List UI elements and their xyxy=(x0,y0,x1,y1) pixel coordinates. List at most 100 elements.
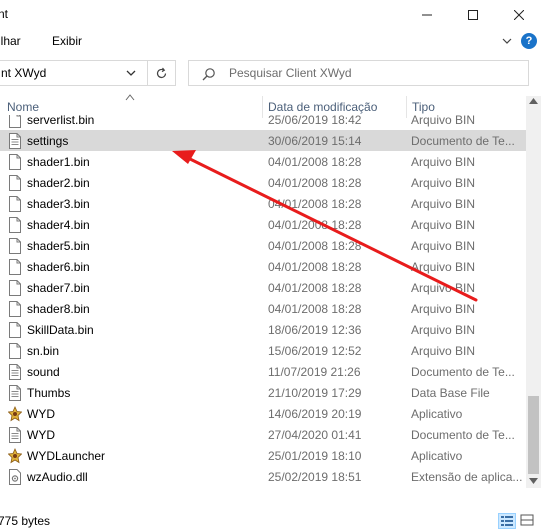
ribbon-tabs: ilhar Exibir ? xyxy=(0,30,541,52)
file-type: Arquivo BIN xyxy=(411,176,476,190)
help-icon[interactable]: ? xyxy=(521,33,537,49)
vertical-scrollbar[interactable] xyxy=(526,96,541,488)
app-icon xyxy=(8,448,22,464)
file-row[interactable]: shader3.bin 04/01/2008 18:28 Arquivo BIN xyxy=(0,193,526,214)
file-row[interactable]: serverlist.bin 25/06/2019 18:42 Arquivo BI… xyxy=(0,115,526,130)
file-name: sn.bin xyxy=(27,344,60,358)
file-name: shader3.bin xyxy=(27,197,90,211)
file-name: shader8.bin xyxy=(27,302,90,316)
file-type: Extensão de aplica... xyxy=(411,470,523,484)
file-row[interactable]: shader4.bin 04/01/2008 18:28 Arquivo BIN xyxy=(0,214,526,235)
file-row[interactable]: shader5.bin 04/01/2008 18:28 Arquivo BIN xyxy=(0,235,526,256)
file-row[interactable]: shader1.bin 04/01/2008 18:28 Arquivo BIN xyxy=(0,151,526,172)
file-type: Arquivo BIN xyxy=(411,218,476,232)
scroll-up-arrow-icon[interactable] xyxy=(529,98,538,104)
file-type: Arquivo BIN xyxy=(411,323,476,337)
file-row[interactable]: sn.bin 15/06/2019 12:52 Arquivo BIN xyxy=(0,340,526,361)
file-name: shader4.bin xyxy=(27,218,90,232)
chevron-down-icon[interactable] xyxy=(125,67,137,79)
file-row[interactable]: WYD 14/06/2019 20:19 Aplicativo xyxy=(0,403,526,424)
file-name: WYD xyxy=(27,428,55,442)
minimize-button[interactable] xyxy=(404,0,450,30)
file-date-modified: 04/01/2008 18:28 xyxy=(268,218,362,232)
file-row[interactable]: shader2.bin 04/01/2008 18:28 Arquivo BIN xyxy=(0,172,526,193)
file-type: Arquivo BIN xyxy=(411,197,476,211)
file-list: serverlist.bin 25/06/2019 18:42 Arquivo BI… xyxy=(0,115,526,490)
address-path: nt XWyd xyxy=(1,66,47,80)
file-name: serverlist.bin xyxy=(27,115,95,127)
file-name: shader7.bin xyxy=(27,281,90,295)
refresh-button[interactable] xyxy=(148,60,176,86)
blank-file-icon xyxy=(9,115,21,128)
search-box[interactable] xyxy=(188,60,529,86)
file-date-modified: 04/01/2008 18:28 xyxy=(268,176,362,190)
file-date-modified: 04/01/2008 18:28 xyxy=(268,155,362,169)
file-row[interactable]: sound 11/07/2019 21:26 Documento de Te... xyxy=(0,361,526,382)
file-name: SkillData.bin xyxy=(27,323,94,337)
status-text: 775 bytes xyxy=(0,514,51,528)
file-date-modified: 25/02/2019 18:51 xyxy=(268,470,362,484)
file-type: Arquivo BIN xyxy=(411,302,476,316)
file-date-modified: 25/01/2019 18:10 xyxy=(268,449,362,463)
file-type: Arquivo BIN xyxy=(411,281,476,295)
file-name: Thumbs xyxy=(27,386,71,400)
minimize-icon xyxy=(422,14,432,16)
file-type: Arquivo BIN xyxy=(411,344,476,358)
file-row[interactable]: wzAudio.dll 25/02/2019 18:51 Extensão de a… xyxy=(0,466,526,487)
file-date-modified: 15/06/2019 12:52 xyxy=(268,344,362,358)
file-row[interactable]: Thumbs 21/10/2019 17:29 Data Base File xyxy=(0,382,526,403)
maximize-icon xyxy=(468,10,478,20)
file-row[interactable]: WYD 27/04/2020 01:41 Documento de Te... xyxy=(0,424,526,445)
file-row[interactable]: shader7.bin 04/01/2008 18:28 Arquivo BIN xyxy=(0,277,526,298)
file-name: shader6.bin xyxy=(27,260,90,274)
file-name: WYD xyxy=(27,407,55,421)
file-name: wzAudio.dll xyxy=(27,470,88,484)
blank-file-icon xyxy=(9,280,21,296)
file-row[interactable]: shader8.bin 04/01/2008 18:28 Arquivo BIN xyxy=(0,298,526,319)
blank-file-icon xyxy=(9,154,21,170)
details-view-button[interactable] xyxy=(498,513,516,529)
file-date-modified: 18/06/2019 12:36 xyxy=(268,323,362,337)
file-date-modified: 27/04/2020 01:41 xyxy=(268,428,362,442)
file-name: WYDLauncher xyxy=(27,449,106,463)
details-view-icon xyxy=(501,516,513,526)
window-title: nt xyxy=(0,7,9,21)
address-bar[interactable]: nt XWyd xyxy=(0,60,148,86)
tab-view[interactable]: Exibir xyxy=(52,34,82,48)
title-bar: nt xyxy=(0,0,541,30)
scroll-down-arrow-icon[interactable] xyxy=(529,478,538,484)
file-type: Arquivo BIN xyxy=(411,260,476,274)
file-row[interactable]: WYDLauncher 25/01/2019 18:10 Aplicativo xyxy=(0,445,526,466)
file-date-modified: 11/07/2019 21:26 xyxy=(268,365,361,379)
scrollbar-thumb[interactable] xyxy=(528,396,539,474)
file-type: Aplicativo xyxy=(411,407,463,421)
file-type: Aplicativo xyxy=(411,449,463,463)
tab-share[interactable]: ilhar xyxy=(0,34,21,48)
large-icons-view-button[interactable] xyxy=(519,513,537,529)
close-icon xyxy=(514,10,524,20)
file-date-modified: 21/10/2019 17:29 xyxy=(268,386,362,400)
file-row[interactable]: SkillData.bin 18/06/2019 12:36 Arquivo BIN xyxy=(0,319,526,340)
file-type: Data Base File xyxy=(411,386,490,400)
blank-file-icon xyxy=(9,301,21,317)
text-document-icon xyxy=(9,133,21,149)
status-bar: 775 bytes xyxy=(0,505,541,530)
search-input[interactable] xyxy=(229,66,519,80)
text-document-icon xyxy=(9,427,21,443)
file-type: Documento de Te... xyxy=(411,428,515,442)
blank-file-icon xyxy=(9,343,21,359)
text-document-icon xyxy=(9,364,21,380)
maximize-button[interactable] xyxy=(450,0,496,30)
file-row-selected[interactable]: settings 30/06/2019 15:14 Documento de Te.… xyxy=(0,130,526,151)
search-icon xyxy=(202,68,215,81)
refresh-icon xyxy=(156,67,167,78)
blank-file-icon xyxy=(9,322,21,338)
file-type: Arquivo BIN xyxy=(411,239,476,253)
expand-ribbon-chevron-icon[interactable] xyxy=(500,34,514,48)
file-row[interactable]: shader6.bin 04/01/2008 18:28 Arquivo BIN xyxy=(0,256,526,277)
large-icons-view-icon xyxy=(520,514,534,526)
file-date-modified: 04/01/2008 18:28 xyxy=(268,302,362,316)
file-type: Arquivo BIN xyxy=(411,155,476,169)
close-button[interactable] xyxy=(496,0,541,30)
file-name: settings xyxy=(27,134,69,148)
